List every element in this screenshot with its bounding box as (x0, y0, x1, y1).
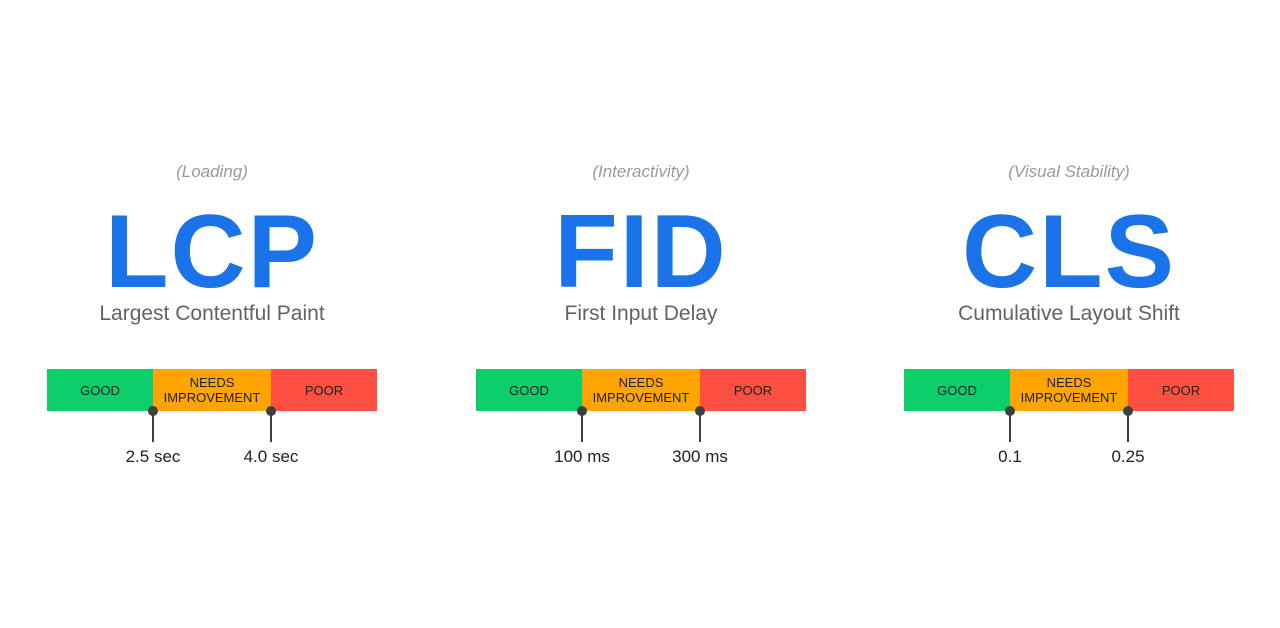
marker-line (1009, 414, 1011, 442)
metric-panel: (Interactivity) FID First Input Delay GO… (476, 0, 806, 628)
marker-line (581, 414, 583, 442)
threshold-marker: 300 ms (660, 406, 740, 467)
threshold-label: 0.1 (998, 447, 1022, 466)
marker-line (270, 414, 272, 442)
threshold-label: 300 ms (672, 447, 728, 466)
threshold-label: 100 ms (554, 447, 610, 466)
metric-abbreviation: LCP (105, 194, 319, 310)
segment-needs-improvement: NEEDS IMPROVEMENT (153, 369, 271, 411)
metric-category: (Loading) (176, 162, 248, 181)
segment-needs-improvement: NEEDS IMPROVEMENT (582, 369, 700, 411)
metric-category: (Visual Stability) (1008, 162, 1130, 181)
metric-panel: (Loading) LCP Largest Contentful Paint G… (47, 0, 377, 628)
segment-good: GOOD (47, 369, 153, 411)
metric-category: (Interactivity) (592, 162, 690, 181)
threshold-marker: 0.1 (970, 406, 1050, 467)
marker-line (1127, 414, 1129, 442)
threshold-bar: GOOD NEEDS IMPROVEMENT POOR (476, 369, 806, 411)
threshold-marker: 0.25 (1088, 406, 1168, 467)
metric-abbreviation: FID (554, 194, 728, 310)
threshold-bar: GOOD NEEDS IMPROVEMENT POOR (904, 369, 1234, 411)
threshold-label: 2.5 sec (125, 447, 181, 466)
segment-good: GOOD (904, 369, 1010, 411)
threshold-marker: 2.5 sec (113, 406, 193, 467)
marker-line (699, 414, 701, 442)
metric-full-name: Largest Contentful Paint (99, 302, 325, 325)
segment-poor: POOR (1128, 369, 1234, 411)
threshold-label: 0.25 (1111, 447, 1145, 466)
metric-panel: (Visual Stability) CLS Cumulative Layout… (904, 0, 1234, 628)
segment-poor: POOR (271, 369, 377, 411)
marker-line (152, 414, 154, 442)
metric-abbreviation: CLS (962, 194, 1176, 310)
segment-poor: POOR (700, 369, 806, 411)
threshold-marker: 100 ms (542, 406, 622, 467)
threshold-bar: GOOD NEEDS IMPROVEMENT POOR (47, 369, 377, 411)
segment-needs-improvement: NEEDS IMPROVEMENT (1010, 369, 1128, 411)
segment-good: GOOD (476, 369, 582, 411)
threshold-marker: 4.0 sec (231, 406, 311, 467)
metric-full-name: First Input Delay (564, 302, 718, 325)
metric-full-name: Cumulative Layout Shift (958, 302, 1180, 325)
threshold-label: 4.0 sec (243, 447, 299, 466)
